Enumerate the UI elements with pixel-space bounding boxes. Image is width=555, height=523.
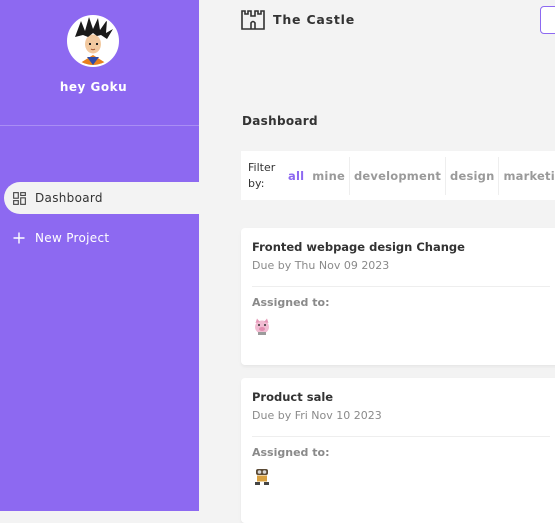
sidebar-item-label: Dashboard: [35, 191, 103, 205]
header-action-button[interactable]: [540, 6, 555, 34]
sidebar-item-label: New Project: [35, 231, 110, 245]
user-avatar: [67, 15, 119, 67]
robot-avatar-icon: [252, 466, 272, 486]
plus-icon: [11, 230, 27, 246]
card-divider: [252, 286, 550, 287]
project-due-date: Due by Fri Nov 10 2023: [252, 409, 382, 422]
sidebar-item-dashboard[interactable]: Dashboard: [4, 182, 199, 214]
brand-name: The Castle: [273, 11, 356, 27]
goku-avatar-icon: [69, 17, 117, 65]
dashboard-icon: [11, 190, 27, 206]
filter-option-marketing[interactable]: marketing: [499, 157, 555, 195]
sidebar-item-new-project[interactable]: New Project: [4, 222, 199, 254]
project-filter: Filter by: all mine development design m…: [241, 151, 555, 200]
filter-option-design[interactable]: design: [446, 156, 500, 195]
assigned-label: Assigned to:: [252, 446, 330, 459]
project-card[interactable]: Fronted webpage design Change Due by Thu…: [241, 228, 555, 365]
brand: The Castle: [241, 8, 355, 30]
pig-avatar-icon: [252, 316, 272, 336]
castle-icon: [241, 8, 265, 30]
project-title: Fronted webpage design Change: [252, 240, 465, 254]
sidebar: hey Goku Dashboard New Project: [0, 0, 199, 511]
sidebar-divider: [0, 125, 199, 126]
filter-option-development[interactable]: development: [350, 156, 447, 195]
card-divider: [252, 436, 550, 437]
page-title: Dashboard: [242, 114, 318, 128]
project-card[interactable]: Product sale Due by Fri Nov 10 2023 Assi…: [241, 378, 555, 523]
project-title: Product sale: [252, 390, 334, 404]
greeting-text: hey Goku: [59, 80, 128, 94]
project-due-date: Due by Thu Nov 09 2023: [252, 259, 390, 272]
filter-option-all[interactable]: all: [284, 157, 308, 195]
filter-label: Filter by:: [248, 160, 276, 190]
filter-option-mine[interactable]: mine: [308, 156, 350, 195]
assigned-label: Assigned to:: [252, 296, 330, 309]
